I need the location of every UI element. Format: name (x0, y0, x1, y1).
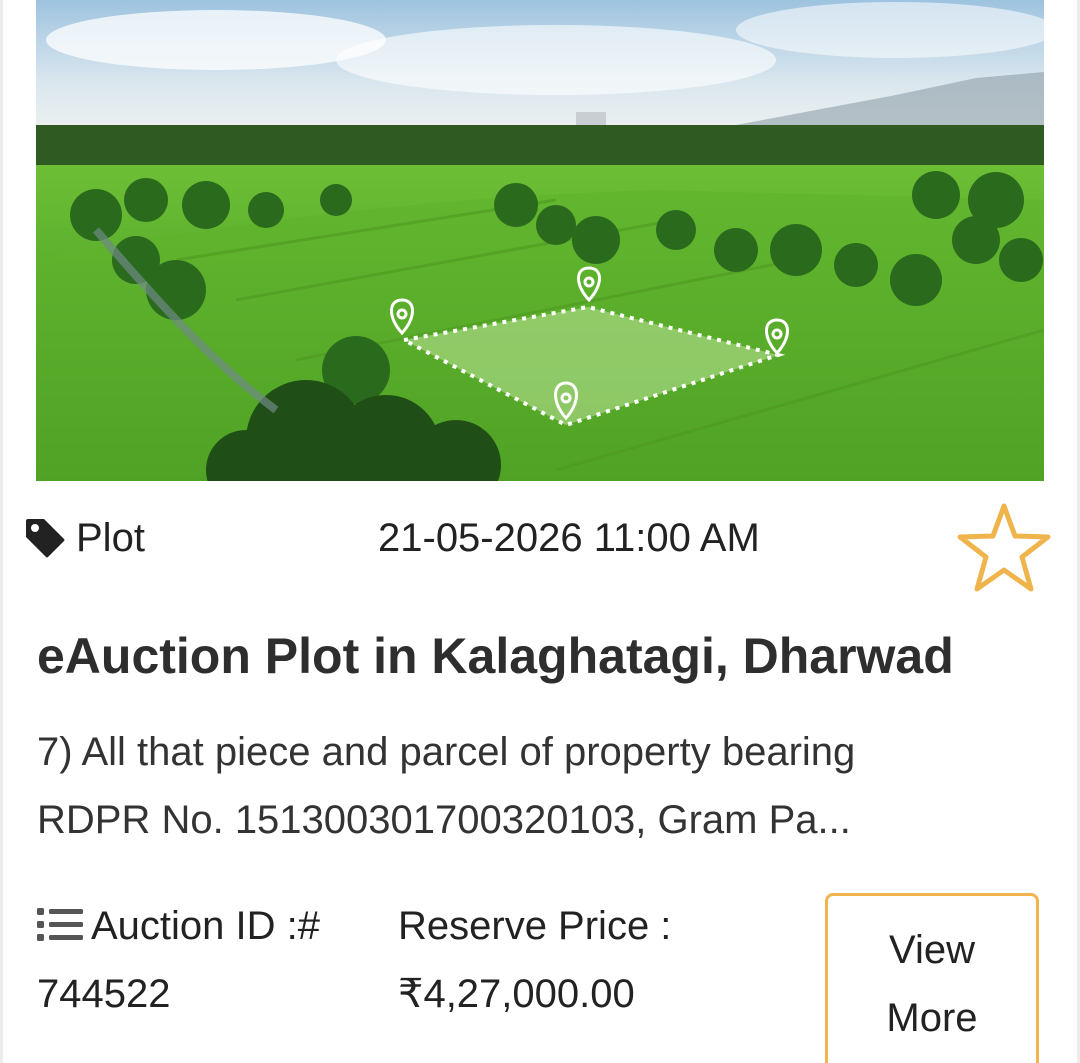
reserve-price-label: Reserve Price : (398, 904, 672, 948)
auction-id-label-text: Auction ID :# (91, 904, 321, 948)
listing-description: 7) All that piece and parcel of property… (37, 718, 1017, 854)
favorite-button[interactable] (956, 500, 1052, 596)
view-more-label-line2: More (886, 996, 978, 1040)
view-more-button[interactable]: View More (825, 893, 1039, 1063)
description-line: RDPR No. 151300301700320103, Gram Pa... (37, 798, 851, 842)
listing-image[interactable] (36, 0, 1044, 481)
auction-id-value: 744522 (37, 972, 171, 1016)
auction-id-label: Auction ID :# (37, 900, 320, 952)
reserve-price-value: ₹4,27,000.00 (398, 972, 635, 1016)
description-line: 7) All that piece and parcel of property… (37, 730, 856, 774)
star-outline-icon (957, 503, 1051, 592)
category-label: Plot (76, 516, 145, 560)
auction-datetime: 21-05-2026 11:00 AM (378, 516, 760, 560)
list-icon (37, 905, 83, 943)
listing-meta-row: Plot 21-05-2026 11:00 AM (24, 503, 1064, 592)
auction-card[interactable]: Plot 21-05-2026 11:00 AM eAuction Plot i… (0, 0, 1080, 1063)
view-more-label-line1: View (889, 928, 975, 972)
tag-icon (24, 517, 66, 559)
listing-title[interactable]: eAuction Plot in Kalaghatagi, Dharwad (37, 626, 954, 686)
card-edge-left (0, 0, 3, 1063)
